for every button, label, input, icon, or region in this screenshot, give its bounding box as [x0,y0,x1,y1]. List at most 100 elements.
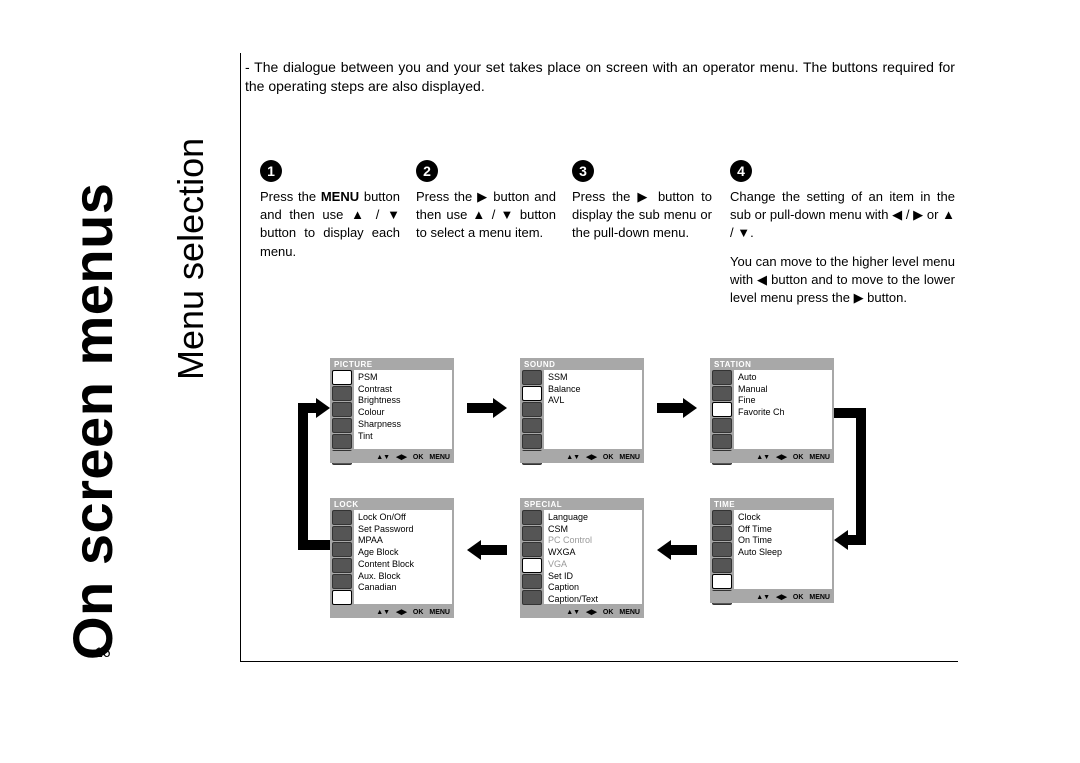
speaker-icon [522,386,542,401]
nav-updown-icon: ▲▼ [376,454,390,461]
list-item: Aux. Block [358,571,448,583]
menu-label: MENU [429,454,450,461]
film-icon [332,418,352,433]
step-2-number: 2 [416,160,438,182]
menu-label: MENU [619,609,640,616]
menu-label: MENU [429,609,450,616]
lock-icon [332,590,352,605]
tv-icon [712,542,732,557]
page-number: 16 [95,644,111,660]
list-item: PC Control [548,535,638,547]
pane-footer: ▲▼ ◀▶ OK MENU [330,606,454,618]
step-4: 4 Change the setting of an item in the s… [730,160,955,307]
clock-icon [712,574,732,589]
pane-footer: ▲▼ ◀▶ OK MENU [710,451,834,463]
arrow-connector [856,408,866,540]
pane-picture-header: PICTURE [334,360,373,369]
pane-special: SPECIAL Language CSM PC Control WXGA VGA… [520,498,644,618]
list-item: Contrast [358,384,448,396]
nav-leftright-icon: ◀▶ [396,608,407,616]
arrow-left-icon [657,540,697,560]
step-2: 2 Press the ▶ button and then use ▲ / ▼ … [416,160,556,243]
list-item: SSM [548,372,638,384]
step-4-text-a: Change the setting of an item in the sub… [730,188,955,243]
pane-lock-list: Lock On/Off Set Password MPAA Age Block … [354,510,452,604]
pane-picture: PICTURE PSM Contrast Brightness Colour S… [330,358,454,463]
nav-leftright-icon: ◀▶ [776,593,787,601]
monitor-icon [712,510,732,525]
intro-paragraph: The dialogue between you and your set ta… [245,58,955,96]
pane-sound-list: SSM Balance AVL [544,370,642,449]
speaker-icon [712,526,732,541]
film-icon [332,558,352,573]
pane-footer: ▲▼ ◀▶ OK MENU [710,591,834,603]
list-item: Caption/Text [548,594,638,606]
pane-lock-iconcol [332,510,352,605]
list-item: Fine [738,395,828,407]
list-item: Sharpness [358,419,448,431]
monitor-icon [332,510,352,525]
step-1-text: Press the MENU button and then use ▲ / ▼… [260,188,400,261]
step-2-text: Press the ▶ button and then use ▲ / ▼ bu… [416,188,556,243]
arrow-left-icon [834,530,866,550]
pane-footer: ▲▼ ◀▶ OK MENU [520,451,644,463]
nav-updown-icon: ▲▼ [756,454,770,461]
list-item: AVL [548,395,638,407]
menu-label: MENU [809,594,830,601]
pane-station-list: Auto Manual Fine Favorite Ch [734,370,832,449]
speaker-icon [522,526,542,541]
tv-icon [332,402,352,417]
section-title: On screen menus [60,183,125,660]
step-3-number: 3 [572,160,594,182]
pane-lock-header: LOCK [334,500,359,509]
list-item: Balance [548,384,638,396]
pane-picture-list: PSM Contrast Brightness Colour Sharpness… [354,370,452,449]
pane-station: STATION Auto Manual Fine Favorite Ch ▲▼ … [710,358,834,463]
nav-updown-icon: ▲▼ [566,609,580,616]
list-item: On Time [738,535,828,547]
list-item: Canadian [358,582,448,594]
list-item: Language [548,512,638,524]
speaker-icon [332,386,352,401]
tv-icon [712,402,732,417]
step-1: 1 Press the MENU button and then use ▲ /… [260,160,400,261]
list-item: Clock [738,512,828,524]
nav-leftright-icon: ◀▶ [776,453,787,461]
ok-label: OK [603,454,614,461]
arrow-right-icon [298,398,330,418]
pane-station-header: STATION [714,360,751,369]
list-item: Auto [738,372,828,384]
arrow-connector [298,408,308,550]
pane-special-header: SPECIAL [524,500,562,509]
list-item: VGA [548,559,638,571]
menu-bold: MENU [321,189,359,204]
nav-leftright-icon: ◀▶ [586,608,597,616]
step-1-number: 1 [260,160,282,182]
list-item: Auto Sleep [738,547,828,559]
nav-updown-icon: ▲▼ [756,594,770,601]
film-icon [522,418,542,433]
clock-icon [332,434,352,449]
monitor-icon [712,370,732,385]
step-3: 3 Press the ▶ button to display the sub … [572,160,712,243]
list-item: WXGA [548,547,638,559]
step-4-number: 4 [730,160,752,182]
tv-icon [522,402,542,417]
clock-icon [522,574,542,589]
speaker-icon [332,526,352,541]
pane-time-header: TIME [714,500,735,509]
list-item: Brightness [358,395,448,407]
list-item: Lock On/Off [358,512,448,524]
section-subtitle: Menu selection [170,138,212,380]
list-item: PSM [358,372,448,384]
clock-icon [522,434,542,449]
arrow-left-icon [467,540,507,560]
pane-time-list: Clock Off Time On Time Auto Sleep [734,510,832,589]
t: Press the [260,189,321,204]
film-icon [712,558,732,573]
speaker-icon [712,386,732,401]
list-item: Colour [358,407,448,419]
pane-special-iconcol [522,510,542,605]
arrow-right-icon [657,398,697,418]
ok-label: OK [793,594,804,601]
